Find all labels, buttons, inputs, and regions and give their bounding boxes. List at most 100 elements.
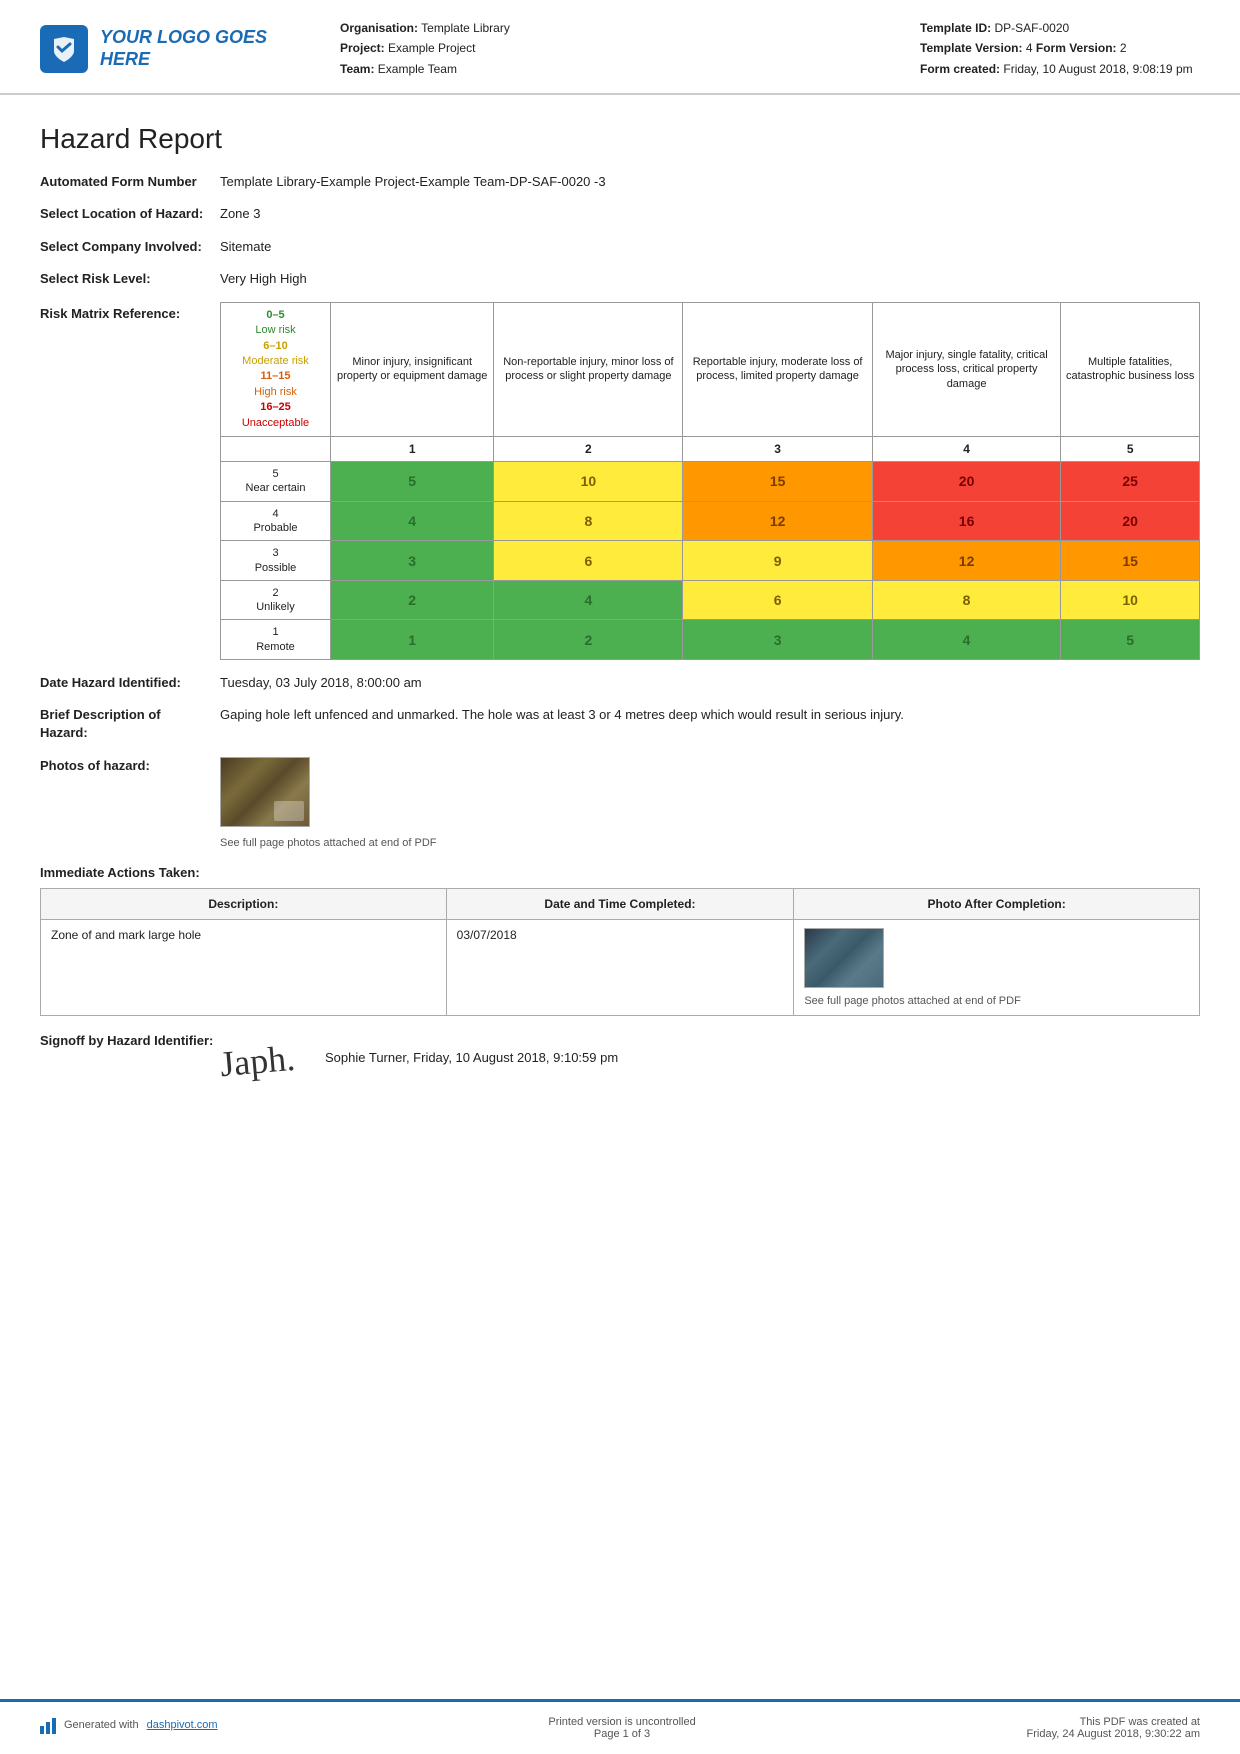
row-header-4: 4Probable [221, 501, 331, 541]
signoff-content: Japh. Sophie Turner, Friday, 10 August 2… [220, 1032, 1200, 1082]
automated-form-row: Automated Form Number Template Library-E… [40, 173, 1200, 191]
action-photo-thumbnail [804, 928, 884, 988]
cell-2-5: 10 [1061, 580, 1200, 620]
footer-right: This PDF was created at Friday, 24 Augus… [1027, 1716, 1200, 1740]
cell-2-3: 6 [683, 580, 872, 620]
risk-table: 0–5 Low risk 6–10 Moderate risk 11–15 Hi… [220, 302, 1200, 660]
select-location-label: Select Location of Hazard: [40, 205, 220, 223]
immediate-actions-title: Immediate Actions Taken: [40, 865, 1200, 880]
header-meta: Organisation: Template Library Project: … [300, 18, 920, 79]
photos-value: See full page photos attached at end of … [220, 757, 1200, 852]
project-label: Project: [340, 41, 385, 55]
cell-3-3: 9 [683, 541, 872, 581]
table-row: 5Near certain 5 10 15 20 25 [221, 462, 1200, 502]
template-version-label: Template Version: [920, 41, 1022, 55]
hazard-photo-thumbnail [220, 757, 310, 827]
team-label: Team: [340, 62, 374, 76]
photos-label: Photos of hazard: [40, 757, 220, 852]
select-location-row: Select Location of Hazard: Zone 3 [40, 205, 1200, 223]
risk-matrix-row: Risk Matrix Reference: 0–5 Low risk 6–10… [40, 302, 1200, 660]
actions-col-photo: Photo After Completion: [794, 889, 1200, 920]
template-version-value: 4 [1026, 41, 1033, 55]
footer-center: Printed version is uncontrolled Page 1 o… [548, 1716, 695, 1740]
action-photo-cell: See full page photos attached at end of … [794, 920, 1200, 1016]
risk-matrix-label: Risk Matrix Reference: [40, 302, 220, 660]
cell-3-4: 12 [872, 541, 1060, 581]
cell-4-3: 12 [683, 501, 872, 541]
col-num-2: 2 [494, 437, 683, 462]
main-content: Hazard Report Automated Form Number Temp… [0, 95, 1240, 1699]
page-info: Page 1 of 3 [548, 1728, 695, 1740]
cell-4-5: 20 [1061, 501, 1200, 541]
row-header-2: 2Unlikely [221, 580, 331, 620]
action-date: 03/07/2018 [446, 920, 794, 1016]
brief-description-value: Gaping hole left unfenced and unmarked. … [220, 706, 1200, 742]
cell-1-1: 1 [331, 620, 494, 660]
template-id-label: Template ID: [920, 21, 991, 35]
cell-2-4: 8 [872, 580, 1060, 620]
report-title: Hazard Report [40, 123, 1200, 155]
cell-2-2: 4 [494, 580, 683, 620]
cell-5-5: 25 [1061, 462, 1200, 502]
header: YOUR LOGO GOES HERE Organisation: Templa… [0, 0, 1240, 95]
cell-5-1: 5 [331, 462, 494, 502]
col-num-3: 3 [683, 437, 872, 462]
actions-col-date: Date and Time Completed: [446, 889, 794, 920]
header-right: Template ID: DP-SAF-0020 Template Versio… [920, 18, 1200, 79]
action-photo-caption: See full page photos attached at end of … [804, 995, 1189, 1007]
cell-5-2: 10 [494, 462, 683, 502]
footer: Generated with dashpivot.com Printed ver… [0, 1699, 1240, 1754]
dashpivot-link[interactable]: dashpivot.com [147, 1719, 218, 1731]
automated-form-label: Automated Form Number [40, 173, 220, 191]
select-risk-row: Select Risk Level: Very High High [40, 270, 1200, 288]
cell-2-1: 2 [331, 580, 494, 620]
cell-4-1: 4 [331, 501, 494, 541]
cell-5-3: 15 [683, 462, 872, 502]
row-header-1: 1Remote [221, 620, 331, 660]
cell-3-2: 6 [494, 541, 683, 581]
cell-3-1: 3 [331, 541, 494, 581]
select-company-row: Select Company Involved: Sitemate [40, 238, 1200, 256]
signature: Japh. [218, 1037, 296, 1085]
footer-left: Generated with dashpivot.com [40, 1716, 218, 1734]
col-num-1: 1 [331, 437, 494, 462]
table-row: 3Possible 3 6 9 12 15 [221, 541, 1200, 581]
generated-text: Generated with [64, 1719, 139, 1731]
form-version-label: Form Version: [1036, 41, 1117, 55]
cell-1-2: 2 [494, 620, 683, 660]
org-label: Organisation: [340, 21, 418, 35]
action-description: Zone of and mark large hole [41, 920, 447, 1016]
col-header-3: Reportable injury, moderate loss of proc… [683, 302, 872, 436]
cell-1-4: 4 [872, 620, 1060, 660]
form-created-label: Form created: [920, 62, 1000, 76]
org-value: Template Library [421, 21, 510, 35]
select-company-label: Select Company Involved: [40, 238, 220, 256]
row-header-3: 3Possible [221, 541, 331, 581]
template-id-value: DP-SAF-0020 [994, 21, 1069, 35]
row-header-5: 5Near certain [221, 462, 331, 502]
date-hazard-value: Tuesday, 03 July 2018, 8:00:00 am [220, 674, 1200, 692]
table-row: 1Remote 1 2 3 4 5 [221, 620, 1200, 660]
photos-caption: See full page photos attached at end of … [220, 836, 1200, 851]
cell-5-4: 20 [872, 462, 1060, 502]
actions-col-description: Description: [41, 889, 447, 920]
col-header-4: Major injury, single fatality, critical … [872, 302, 1060, 436]
risk-matrix-container: 0–5 Low risk 6–10 Moderate risk 11–15 Hi… [220, 302, 1200, 660]
cell-3-5: 15 [1061, 541, 1200, 581]
cell-1-3: 3 [683, 620, 872, 660]
select-company-value: Sitemate [220, 238, 1200, 256]
dashpivot-icon [40, 1716, 56, 1734]
photos-row: Photos of hazard: See full page photos a… [40, 757, 1200, 852]
form-version-value: 2 [1120, 41, 1127, 55]
date-hazard-label: Date Hazard Identified: [40, 674, 220, 692]
pdf-created-date: Friday, 24 August 2018, 9:30:22 am [1027, 1728, 1200, 1740]
form-created-value: Friday, 10 August 2018, 9:08:19 pm [1003, 62, 1192, 76]
logo-text: YOUR LOGO GOES HERE [100, 27, 300, 70]
logo-icon [40, 25, 88, 73]
team-value: Example Team [378, 62, 457, 76]
col-header-1: Minor injury, insignificant property or … [331, 302, 494, 436]
table-row: 2Unlikely 2 4 6 8 10 [221, 580, 1200, 620]
date-hazard-row: Date Hazard Identified: Tuesday, 03 July… [40, 674, 1200, 692]
cell-4-2: 8 [494, 501, 683, 541]
cell-4-4: 16 [872, 501, 1060, 541]
